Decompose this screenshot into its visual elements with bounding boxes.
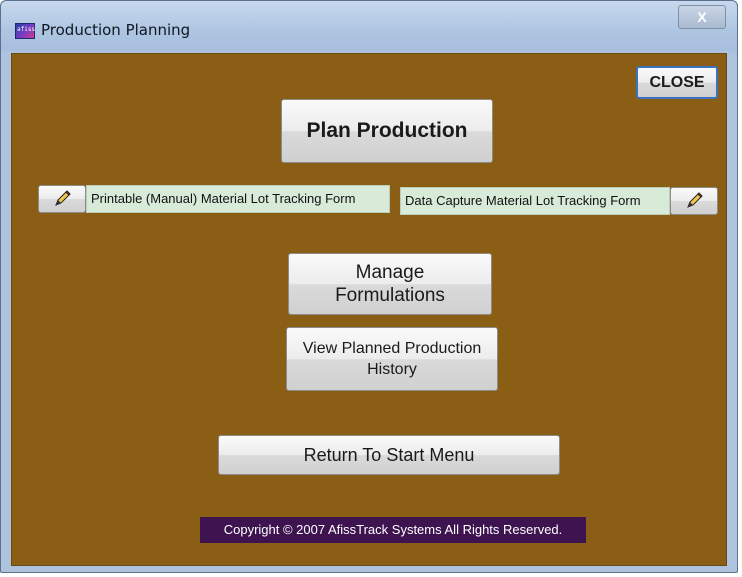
data-capture-form-link[interactable]: Data Capture Material Lot Tracking Form <box>400 187 670 215</box>
edit-data-capture-form-button[interactable] <box>670 187 718 215</box>
printable-form-link[interactable]: Printable (Manual) Material Lot Tracking… <box>86 185 390 213</box>
view-history-label: View Planned Production History <box>303 338 482 380</box>
pencil-icon <box>55 190 71 206</box>
view-planned-production-history-button[interactable]: View Planned Production History <box>286 327 498 391</box>
manage-formulations-label: Manage Formulations <box>335 261 445 307</box>
view-history-line2: History <box>367 361 417 378</box>
manage-formulations-button[interactable]: Manage Formulations <box>288 253 492 315</box>
pencil-icon <box>687 192 703 208</box>
view-history-line1: View Planned Production <box>302 340 482 357</box>
form-body: CLOSE Plan Production Printable (Manual)… <box>11 53 727 566</box>
app-icon-text: afiss <box>17 26 36 33</box>
window-title: Production Planning <box>41 21 191 39</box>
return-to-start-menu-button[interactable]: Return To Start Menu <box>218 435 560 475</box>
plan-production-button[interactable]: Plan Production <box>281 99 493 163</box>
manage-formulations-line1: Manage <box>355 262 425 283</box>
edit-printable-form-button[interactable] <box>38 185 86 213</box>
window-close-button[interactable]: X <box>678 5 726 29</box>
title-bar: afiss Production Planning X <box>1 1 737 51</box>
manage-formulations-line2: Formulations <box>335 285 445 306</box>
close-button[interactable]: CLOSE <box>636 66 718 99</box>
production-planning-window: afiss Production Planning X CLOSE Plan P… <box>0 0 738 573</box>
copyright-notice: Copyright © 2007 AfissTrack Systems All … <box>200 517 586 543</box>
app-icon: afiss <box>15 23 35 39</box>
